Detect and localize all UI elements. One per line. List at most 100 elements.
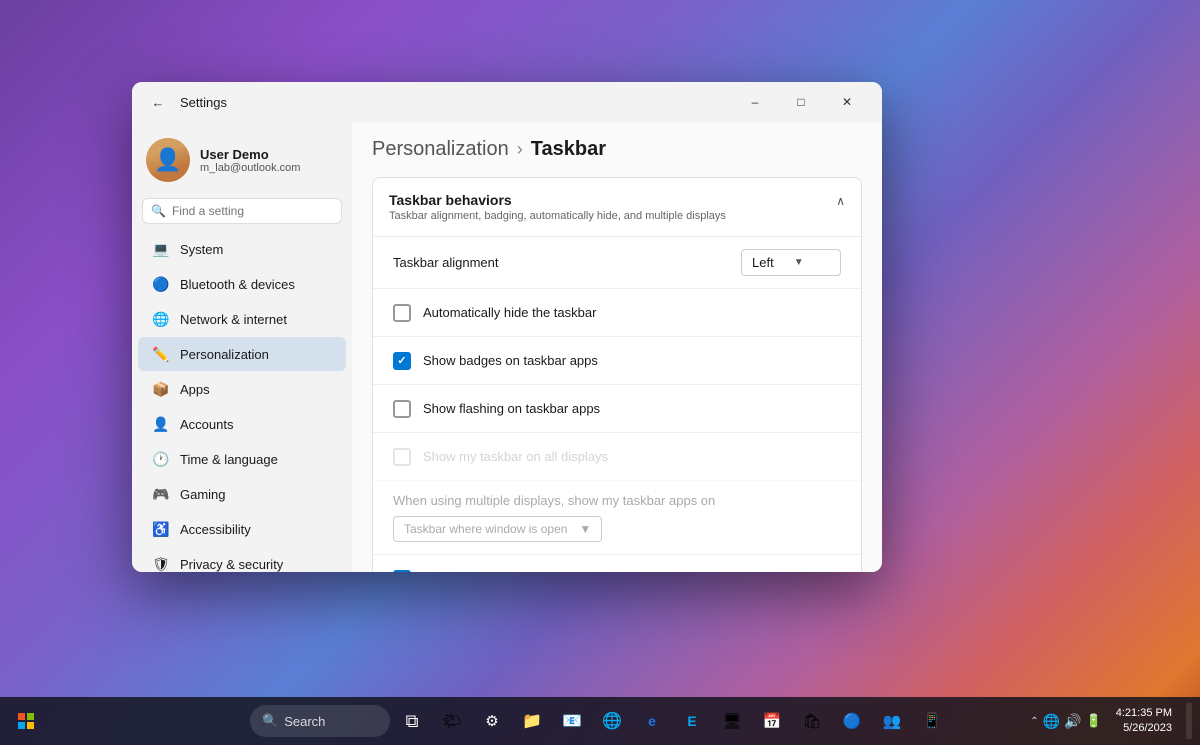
store-button[interactable]: 🛍 [794,703,830,739]
nav-item-bluetooth[interactable]: 🔵 Bluetooth & devices [138,267,346,301]
show-badges-container: Show badges on taskbar apps [393,352,841,370]
settings-search[interactable]: 🔍 [142,198,342,224]
file-explorer-button[interactable]: 📁 [514,703,550,739]
taskbar-search-label: Search [284,714,325,729]
avatar: 👤 [146,138,190,182]
phone-button[interactable]: 📱 [914,703,950,739]
share-window-label: Share any window from my taskbar [423,571,626,572]
nav-item-network[interactable]: 🌐 Network & internet [138,302,346,336]
breadcrumb-parent: Personalization [372,138,509,161]
chrome-button[interactable]: 🔵 [834,703,870,739]
task-view-button[interactable]: ⧉ [394,703,430,739]
dropdown-arrow-icon: ▼ [794,257,804,268]
back-button[interactable]: ← [144,88,172,116]
nav-item-personalization[interactable]: ✏️ Personalization [138,337,346,371]
edge-button[interactable]: 🌐 [594,703,630,739]
outlook-button[interactable]: 📧 [554,703,590,739]
nav-item-system[interactable]: 💻 System [138,232,346,266]
maximize-button[interactable]: □ [778,86,824,118]
taskbar-search[interactable]: 🔍 Search [250,705,390,737]
breadcrumb-current: Taskbar [531,138,606,161]
volume-tray-icon[interactable]: 🔊 [1064,713,1081,730]
show-all-displays-checkbox[interactable] [393,448,411,466]
show-all-displays-container: Show my taskbar on all displays [393,448,841,466]
show-flashing-label: Show flashing on taskbar apps [423,401,600,416]
share-window-checkbox[interactable] [393,570,411,573]
section-header[interactable]: Taskbar behaviors Taskbar alignment, bad… [373,178,861,236]
multi-display-arrow-icon: ▼ [579,522,591,536]
privacy-icon: 🛡 [152,555,170,572]
clock-time: 4:21:35 PM [1116,706,1172,721]
breadcrumb: Personalization › Taskbar [372,138,862,161]
calendar-button[interactable]: 📅 [754,703,790,739]
user-name: User Demo [200,147,300,162]
close-button[interactable]: ✕ [824,86,870,118]
section-body: Taskbar alignment Left ▼ Automatically h… [373,236,861,572]
settings-icon-taskbar[interactable]: ⚙ [474,703,510,739]
window-title: Settings [180,95,724,110]
show-flashing-checkbox[interactable] [393,400,411,418]
multi-display-label: When using multiple displays, show my ta… [393,493,841,508]
window-body: 👤 User Demo m_lab@outlook.com 🔍 💻 System [132,122,882,572]
nav-item-accessibility[interactable]: ♿ Accessibility [138,512,346,546]
multi-display-row: When using multiple displays, show my ta… [373,481,861,555]
search-input[interactable] [172,204,333,218]
bluetooth-icon: 🔵 [152,275,170,293]
show-flashing-row: Show flashing on taskbar apps [373,385,861,433]
apps-icon: 📦 [152,380,170,398]
nav-label-bluetooth: Bluetooth & devices [180,277,295,292]
gaming-icon: 🎮 [152,485,170,503]
window-controls: – □ ✕ [732,86,870,118]
start-button[interactable] [8,703,44,739]
user-profile: 👤 User Demo m_lab@outlook.com [132,130,352,194]
taskbar: 🔍 Search ⧉ 🌤 ⚙ 📁 📧 🌐 e E 🖥 📅 🛍 🔵 👥 📱 ⌃ 🌐… [0,697,1200,745]
auto-hide-checkbox[interactable] [393,304,411,322]
nav-item-gaming[interactable]: 🎮 Gaming [138,477,346,511]
section-title: Taskbar behaviors [389,192,726,208]
avatar-inner: 👤 [146,138,190,182]
clock-date: 5/26/2023 [1116,721,1172,736]
rdp-button[interactable]: 🖥 [714,703,750,739]
alignment-dropdown[interactable]: Left ▼ [741,249,841,276]
edge3-button[interactable]: E [674,703,710,739]
teams-button[interactable]: 👥 [874,703,910,739]
taskbar-search-icon: 🔍 [262,713,278,729]
nav-item-accounts[interactable]: 👤 Accounts [138,407,346,441]
show-desktop-button[interactable] [1186,703,1192,739]
auto-hide-row: Automatically hide the taskbar [373,289,861,337]
show-badges-checkbox[interactable] [393,352,411,370]
section-subtitle: Taskbar alignment, badging, automaticall… [389,210,726,222]
system-clock[interactable]: 4:21:35 PM 5/26/2023 [1108,706,1180,737]
sidebar: 👤 User Demo m_lab@outlook.com 🔍 💻 System [132,122,352,572]
nav-label-personalization: Personalization [180,347,269,362]
share-window-row: Share any window from my taskbar [373,555,861,572]
nav-label-time: Time & language [180,452,278,467]
section-header-text: Taskbar behaviors Taskbar alignment, bad… [389,192,726,222]
nav-item-privacy[interactable]: 🛡 Privacy & security [138,547,346,572]
nav-label-accessibility: Accessibility [180,522,251,537]
taskbar-center: 🔍 Search ⧉ 🌤 ⚙ 📁 📧 🌐 e E 🖥 📅 🛍 🔵 👥 📱 [250,703,950,739]
alignment-row: Taskbar alignment Left ▼ [373,237,861,289]
nav-item-time[interactable]: 🕐 Time & language [138,442,346,476]
taskbar-left [8,703,44,739]
nav-item-apps[interactable]: 📦 Apps [138,372,346,406]
system-tray: ⌃ 🌐 🔊 🔋 [1030,713,1101,730]
multi-display-value: Taskbar where window is open [404,522,567,536]
multi-display-dropdown[interactable]: Taskbar where window is open ▼ [393,516,602,542]
taskbar-right: ⌃ 🌐 🔊 🔋 4:21:35 PM 5/26/2023 [1030,703,1192,739]
title-bar: ← Settings – □ ✕ [132,82,882,122]
taskbar-behaviors-section: Taskbar behaviors Taskbar alignment, bad… [372,177,862,572]
desktop: ← Settings – □ ✕ 👤 User Demo m_lab@out [0,0,1200,745]
minimize-button[interactable]: – [732,86,778,118]
battery-tray-icon[interactable]: 🔋 [1086,713,1102,729]
widgets-button[interactable]: 🌤 [434,703,470,739]
edge2-button[interactable]: e [634,703,670,739]
auto-hide-container: Automatically hide the taskbar [393,304,841,322]
share-window-container: Share any window from my taskbar [393,570,841,573]
chevron-tray-icon[interactable]: ⌃ [1030,716,1038,727]
breadcrumb-separator: › [517,139,523,160]
network-tray-icon[interactable]: 🌐 [1043,713,1060,730]
alignment-label: Taskbar alignment [393,255,499,270]
show-all-displays-label: Show my taskbar on all displays [423,449,608,464]
nav-label-privacy: Privacy & security [180,557,283,572]
